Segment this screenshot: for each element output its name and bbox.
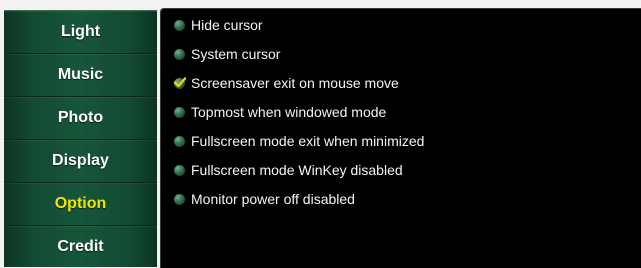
option-monitor-power-off-disabled[interactable]: Monitor power off disabled	[174, 189, 355, 209]
option-label: System cursor	[191, 46, 281, 62]
sidebar: Light Music Photo Display Option Credit	[4, 10, 157, 267]
option-fullscreen-exit-minimized[interactable]: Fullscreen mode exit when minimized	[174, 131, 424, 151]
option-hide-cursor[interactable]: Hide cursor	[174, 15, 263, 35]
option-label: Hide cursor	[191, 17, 263, 33]
option-label: Fullscreen mode WinKey disabled	[191, 162, 403, 178]
sidebar-item-light[interactable]: Light	[4, 11, 157, 54]
radio-button-icon[interactable]	[174, 135, 185, 147]
checkmark-icon	[173, 76, 187, 87]
sidebar-item-photo[interactable]: Photo	[4, 97, 157, 140]
option-topmost-windowed[interactable]: Topmost when windowed mode	[174, 102, 386, 122]
option-system-cursor[interactable]: System cursor	[174, 44, 280, 64]
radio-button-icon[interactable]	[174, 19, 185, 31]
radio-button-icon[interactable]	[174, 164, 185, 176]
options-panel: Hide cursor System cursor Screensaver ex…	[160, 8, 641, 268]
sidebar-item-music[interactable]: Music	[4, 54, 157, 97]
radio-button-icon[interactable]	[174, 48, 185, 60]
sidebar-item-credit[interactable]: Credit	[4, 226, 157, 268]
checked-radio-button-icon[interactable]	[173, 76, 187, 89]
radio-button-icon[interactable]	[174, 106, 185, 118]
option-label: Screensaver exit on mouse move	[191, 75, 399, 91]
option-window: Light Music Photo Display Option Credit …	[0, 0, 641, 268]
sidebar-item-option[interactable]: Option	[4, 183, 157, 226]
option-label: Topmost when windowed mode	[191, 104, 387, 120]
radio-button-icon[interactable]	[174, 193, 185, 205]
option-label: Fullscreen mode exit when minimized	[191, 133, 425, 149]
option-fullscreen-winkey-disabled[interactable]: Fullscreen mode WinKey disabled	[174, 160, 403, 180]
option-label: Monitor power off disabled	[191, 191, 355, 207]
sidebar-item-display[interactable]: Display	[4, 140, 157, 183]
option-screensaver-exit[interactable]: Screensaver exit on mouse move	[173, 73, 399, 93]
